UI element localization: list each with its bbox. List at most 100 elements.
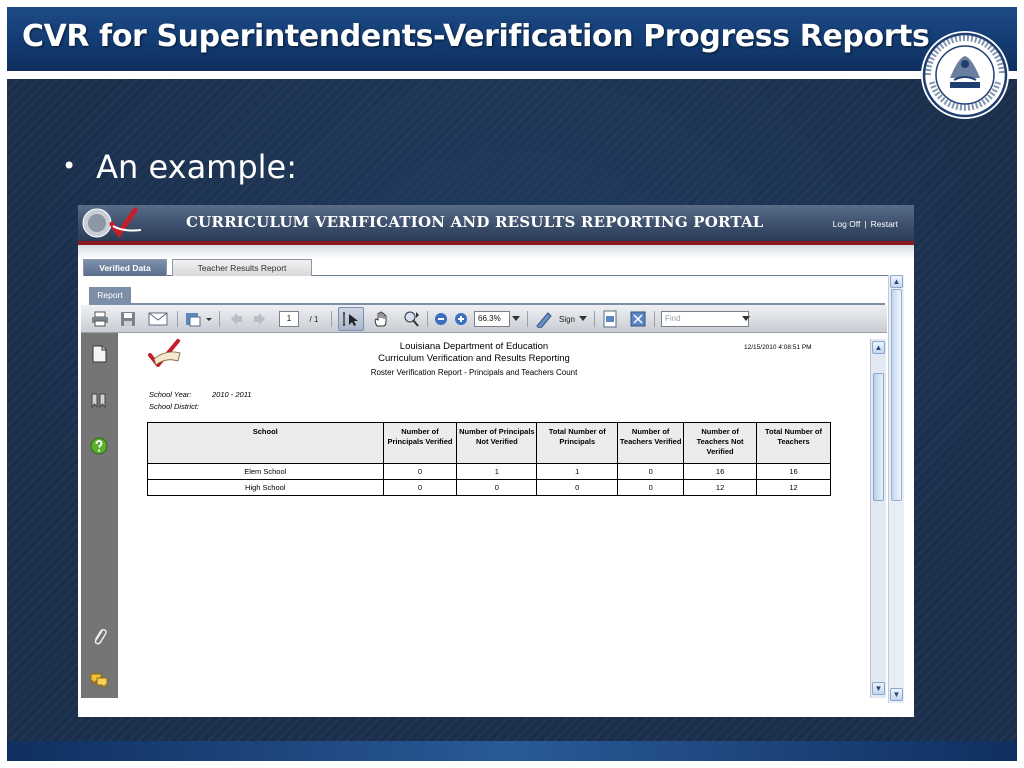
hand-tool-icon[interactable] <box>371 310 391 328</box>
school-district-label: School District: <box>149 402 200 411</box>
print-icon[interactable] <box>91 310 109 328</box>
bullet-item: • An example: <box>62 148 297 186</box>
school-district-row: School District: <box>149 402 199 411</box>
column-header: Number of Teachers Not Verified <box>683 422 758 464</box>
page-scroll-thumb[interactable] <box>891 289 902 501</box>
save-icon[interactable] <box>119 310 137 328</box>
school-year-row: School Year: 2010 - 2011 <box>149 390 251 399</box>
scroll-down-icon[interactable]: ▼ <box>890 688 903 701</box>
link-separator: | <box>864 219 867 229</box>
report-org: Louisiana Department of Education <box>399 341 549 352</box>
table-cell: 1 <box>536 463 619 480</box>
previous-page-icon[interactable] <box>229 310 245 328</box>
portal-header: CURRICULUM VERIFICATION AND RESULTS REPO… <box>78 205 914 241</box>
toolbar-separator <box>654 311 655 327</box>
scroll-down-icon[interactable]: ▼ <box>872 682 885 695</box>
sign-menu-label[interactable]: Sign <box>556 310 578 328</box>
table-cell: 16 <box>756 463 831 480</box>
zoom-in-icon[interactable] <box>453 310 469 328</box>
help-icon[interactable] <box>90 437 108 455</box>
next-page-icon[interactable] <box>251 310 267 328</box>
attachments-icon[interactable] <box>90 627 108 645</box>
bullet-text: An example: <box>96 148 298 186</box>
column-header: Total Number of Teachers <box>756 422 831 464</box>
table-header-row: School Number of Principals Verified Num… <box>147 422 831 464</box>
slide-title: CVR for Superintendents-Verification Pro… <box>22 19 930 54</box>
header-links: Log Off | Restart <box>833 219 898 229</box>
toolbar-separator <box>177 311 178 327</box>
find-input[interactable]: Find <box>661 311 749 327</box>
table-cell: 0 <box>617 463 685 480</box>
louisiana-doe-seal <box>921 31 1009 119</box>
scroll-up-icon[interactable]: ▲ <box>890 275 903 288</box>
pages-icon[interactable] <box>90 345 108 363</box>
log-off-link[interactable]: Log Off <box>833 219 861 229</box>
table-cell: 0 <box>536 479 619 496</box>
tab-bar: Verified Data Teacher Results Report <box>83 259 891 276</box>
table-cell: 12 <box>756 479 831 496</box>
navigation-panel <box>81 333 118 698</box>
page-total: / 1 <box>309 314 319 324</box>
table-cell: 16 <box>683 463 758 480</box>
table-cell: 1 <box>456 463 538 480</box>
bullet-dot: • <box>62 152 77 180</box>
toolbar-separator <box>219 311 220 327</box>
comments-icon[interactable] <box>90 671 108 689</box>
export-icon[interactable] <box>183 310 213 328</box>
slide: CVR for Superintendents-Verification Pro… <box>0 0 1024 768</box>
chevron-down-icon[interactable] <box>578 310 588 328</box>
school-year-value: 2010 - 2011 <box>212 390 252 399</box>
table-cell: 0 <box>382 479 458 496</box>
header-gap <box>78 245 914 259</box>
toolbar-separator <box>527 311 528 327</box>
chevron-down-icon[interactable] <box>511 310 521 328</box>
document-scroll-thumb[interactable] <box>873 373 884 501</box>
tab-verified-data[interactable]: Verified Data <box>83 259 167 276</box>
report-title: Roster Verification Report - Principals … <box>370 368 578 377</box>
title-bar: CVR for Superintendents-Verification Pro… <box>7 7 1017 73</box>
scroll-up-icon[interactable]: ▲ <box>872 341 885 354</box>
sign-icon[interactable] <box>534 310 554 328</box>
column-header: School <box>147 422 384 464</box>
page-scrollbar[interactable]: ▲ ▼ <box>888 275 904 703</box>
column-header: Number of Principals Verified <box>382 422 458 464</box>
school-year-label: School Year: <box>149 390 192 399</box>
report-subtitle: Curriculum Verification and Results Repo… <box>378 353 570 364</box>
restart-link[interactable]: Restart <box>871 219 898 229</box>
portal-screenshot: CURRICULUM VERIFICATION AND RESULTS REPO… <box>78 205 914 717</box>
report-timestamp: 12/15/2010 4:08:51 PM <box>744 344 812 351</box>
tab-report[interactable]: Report <box>89 287 131 303</box>
zoom-level-select[interactable]: 66.3% <box>474 311 510 327</box>
bookmarks-icon[interactable] <box>90 391 108 409</box>
table-cell: 0 <box>456 479 538 496</box>
column-header: Number of Teachers Verified <box>617 422 685 464</box>
roster-table: School Number of Principals Verified Num… <box>147 422 831 496</box>
full-screen-icon[interactable] <box>629 310 647 328</box>
column-header: Number of Principals Not Verified <box>456 422 538 464</box>
toolbar-separator <box>331 311 332 327</box>
document-scrollbar[interactable]: ▲ ▼ <box>870 339 886 698</box>
page-number-input[interactable]: 1 <box>279 311 299 327</box>
table-cell: 0 <box>617 479 685 496</box>
fit-page-icon[interactable] <box>601 310 619 328</box>
table-cell: 12 <box>683 479 758 496</box>
select-tool-icon[interactable] <box>338 307 364 331</box>
chevron-down-icon[interactable] <box>741 310 751 328</box>
table-row: Elem School 0 1 1 0 16 16 <box>147 463 831 480</box>
table-cell: Elem School <box>147 463 384 480</box>
pdf-document-view: Louisiana Department of Education Curric… <box>118 333 870 698</box>
table-row: High School 0 0 0 0 12 12 <box>147 479 831 496</box>
table-cell: High School <box>147 479 384 496</box>
cvr-logo-icon <box>82 207 142 239</box>
email-icon[interactable] <box>147 310 169 328</box>
portal-title: CURRICULUM VERIFICATION AND RESULTS REPO… <box>186 213 764 231</box>
column-header: Total Number of Principals <box>536 422 619 464</box>
toolbar-separator <box>594 311 595 327</box>
zoom-out-icon[interactable] <box>433 310 449 328</box>
table-cell: 0 <box>382 463 458 480</box>
toolbar-separator <box>427 311 428 327</box>
pdf-toolbar: 1 / 1 66.3% Sign Find <box>81 305 887 333</box>
tab-teacher-results-report[interactable]: Teacher Results Report <box>172 259 312 276</box>
marquee-zoom-icon[interactable] <box>399 310 421 328</box>
footer-bar <box>7 741 1017 761</box>
